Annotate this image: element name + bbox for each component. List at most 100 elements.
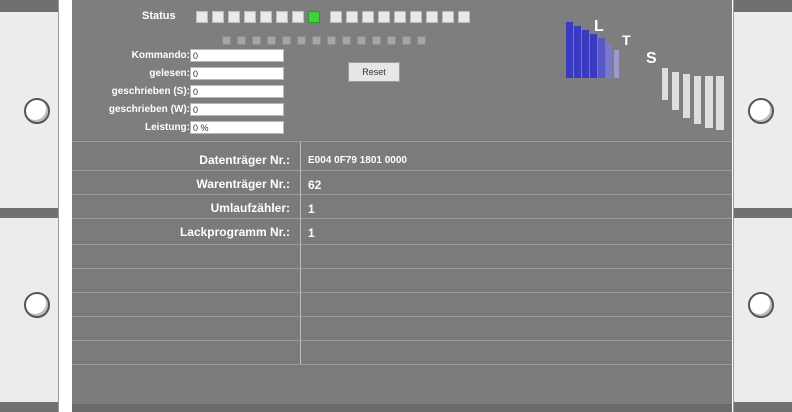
field-label: geschrieben (S):	[111, 86, 190, 97]
status-led-icon	[346, 11, 358, 23]
kommando-field[interactable]: 0	[190, 49, 284, 62]
field-label: gelesen:	[149, 68, 190, 79]
warentraeger-value: 62	[308, 178, 322, 192]
datentraeger-value: E004 0F79 1801 0000	[308, 155, 407, 166]
status-sub-led-icon	[282, 36, 291, 45]
divider	[72, 244, 732, 245]
status-led-icon	[426, 11, 438, 23]
gelesen-field[interactable]: 0	[190, 67, 284, 80]
field-label: Leistung:	[145, 122, 190, 133]
meter-bar	[598, 38, 605, 78]
rail-cap	[0, 0, 58, 12]
meter-letter-t: T	[622, 32, 631, 48]
status-led-icon	[330, 11, 342, 23]
status-led-row	[196, 11, 470, 23]
status-led-icon	[292, 11, 304, 23]
status-sub-led-icon	[402, 36, 411, 45]
meter-letter-s: S	[646, 50, 657, 67]
meter-bar	[672, 72, 679, 110]
status-sub-led-icon	[312, 36, 321, 45]
divider	[72, 316, 732, 317]
divider	[72, 141, 732, 142]
field-geschrieben-w: geschrieben (W): 0	[72, 103, 290, 118]
status-sub-led-icon	[222, 36, 231, 45]
meter-bar	[694, 76, 701, 124]
field-kommando: Kommando: 0	[72, 49, 290, 64]
lackprogramm-value: 1	[308, 226, 315, 240]
divider	[72, 292, 732, 293]
divider	[72, 340, 732, 341]
geschrieben-w-field[interactable]: 0	[190, 103, 284, 116]
rail-cap	[0, 402, 58, 412]
status-led-icon	[458, 11, 470, 23]
meter-bar	[662, 68, 668, 100]
rail-cap	[734, 0, 792, 12]
meter-bar	[606, 44, 612, 78]
umlaufzaehler-label: Umlaufzähler:	[210, 201, 290, 215]
meter-bar	[716, 76, 724, 130]
status-sub-led-icon	[372, 36, 381, 45]
status-sub-led-icon	[297, 36, 306, 45]
field-leistung: Leistung: 0 %	[72, 121, 290, 136]
status-sub-led-icon	[327, 36, 336, 45]
meter-bar	[566, 22, 573, 78]
status-sub-led-icon	[237, 36, 246, 45]
meter-bar	[590, 34, 597, 78]
mount-hole-icon	[24, 98, 50, 124]
umlaufzaehler-value: 1	[308, 202, 315, 216]
status-led-sub-row	[222, 36, 426, 45]
field-label: geschrieben (W):	[108, 104, 190, 115]
status-led-icon	[394, 11, 406, 23]
status-led-icon	[228, 11, 240, 23]
right-rail	[733, 0, 792, 412]
mount-hole-icon	[24, 292, 50, 318]
status-led-icon	[442, 11, 454, 23]
divider	[72, 194, 732, 195]
status-led-active-icon	[308, 11, 320, 23]
geschrieben-s-field[interactable]: 0	[190, 85, 284, 98]
status-led-icon	[276, 11, 288, 23]
meter-bar	[614, 50, 619, 78]
status-led-icon	[410, 11, 422, 23]
status-sub-led-icon	[417, 36, 426, 45]
status-label: Status	[142, 10, 176, 22]
status-led-icon	[196, 11, 208, 23]
left-rail	[0, 0, 59, 412]
status-led-icon	[378, 11, 390, 23]
status-led-icon	[362, 11, 374, 23]
mount-hole-icon	[748, 98, 774, 124]
divider	[72, 364, 732, 365]
status-led-icon	[212, 11, 224, 23]
bottom-strip	[72, 404, 732, 412]
divider	[72, 268, 732, 269]
lackprogramm-label: Lackprogramm Nr.:	[179, 225, 290, 239]
field-gelesen: gelesen: 0	[72, 67, 290, 82]
status-sub-led-icon	[357, 36, 366, 45]
meter-letter-l: L	[594, 18, 604, 35]
field-geschrieben-s: geschrieben (S): 0	[72, 85, 290, 100]
status-sub-led-icon	[252, 36, 261, 45]
meter-bar	[705, 76, 713, 128]
status-sub-led-icon	[387, 36, 396, 45]
mount-hole-icon	[748, 292, 774, 318]
rail-cap	[0, 208, 58, 218]
datentraeger-label: Datenträger Nr.:	[199, 153, 290, 167]
meter-bar	[574, 26, 581, 78]
divider	[72, 170, 732, 171]
status-sub-led-icon	[342, 36, 351, 45]
warentraeger-label: Warenträger Nr.:	[196, 177, 290, 191]
rail-cap	[734, 208, 792, 218]
rail-cap	[734, 402, 792, 412]
leistung-field[interactable]: 0 %	[190, 121, 284, 134]
main-panel: Status Kommando: 0 gelesen: 0 geschriebe…	[72, 0, 732, 412]
signal-meter-icon: L T S	[566, 14, 726, 132]
reset-button[interactable]: Reset	[348, 62, 400, 82]
status-led-icon	[260, 11, 272, 23]
meter-bar	[582, 30, 589, 78]
divider	[72, 218, 732, 219]
column-separator	[300, 142, 301, 364]
field-label: Kommando:	[131, 50, 190, 61]
status-sub-led-icon	[267, 36, 276, 45]
status-led-icon	[244, 11, 256, 23]
meter-bar	[683, 74, 690, 118]
